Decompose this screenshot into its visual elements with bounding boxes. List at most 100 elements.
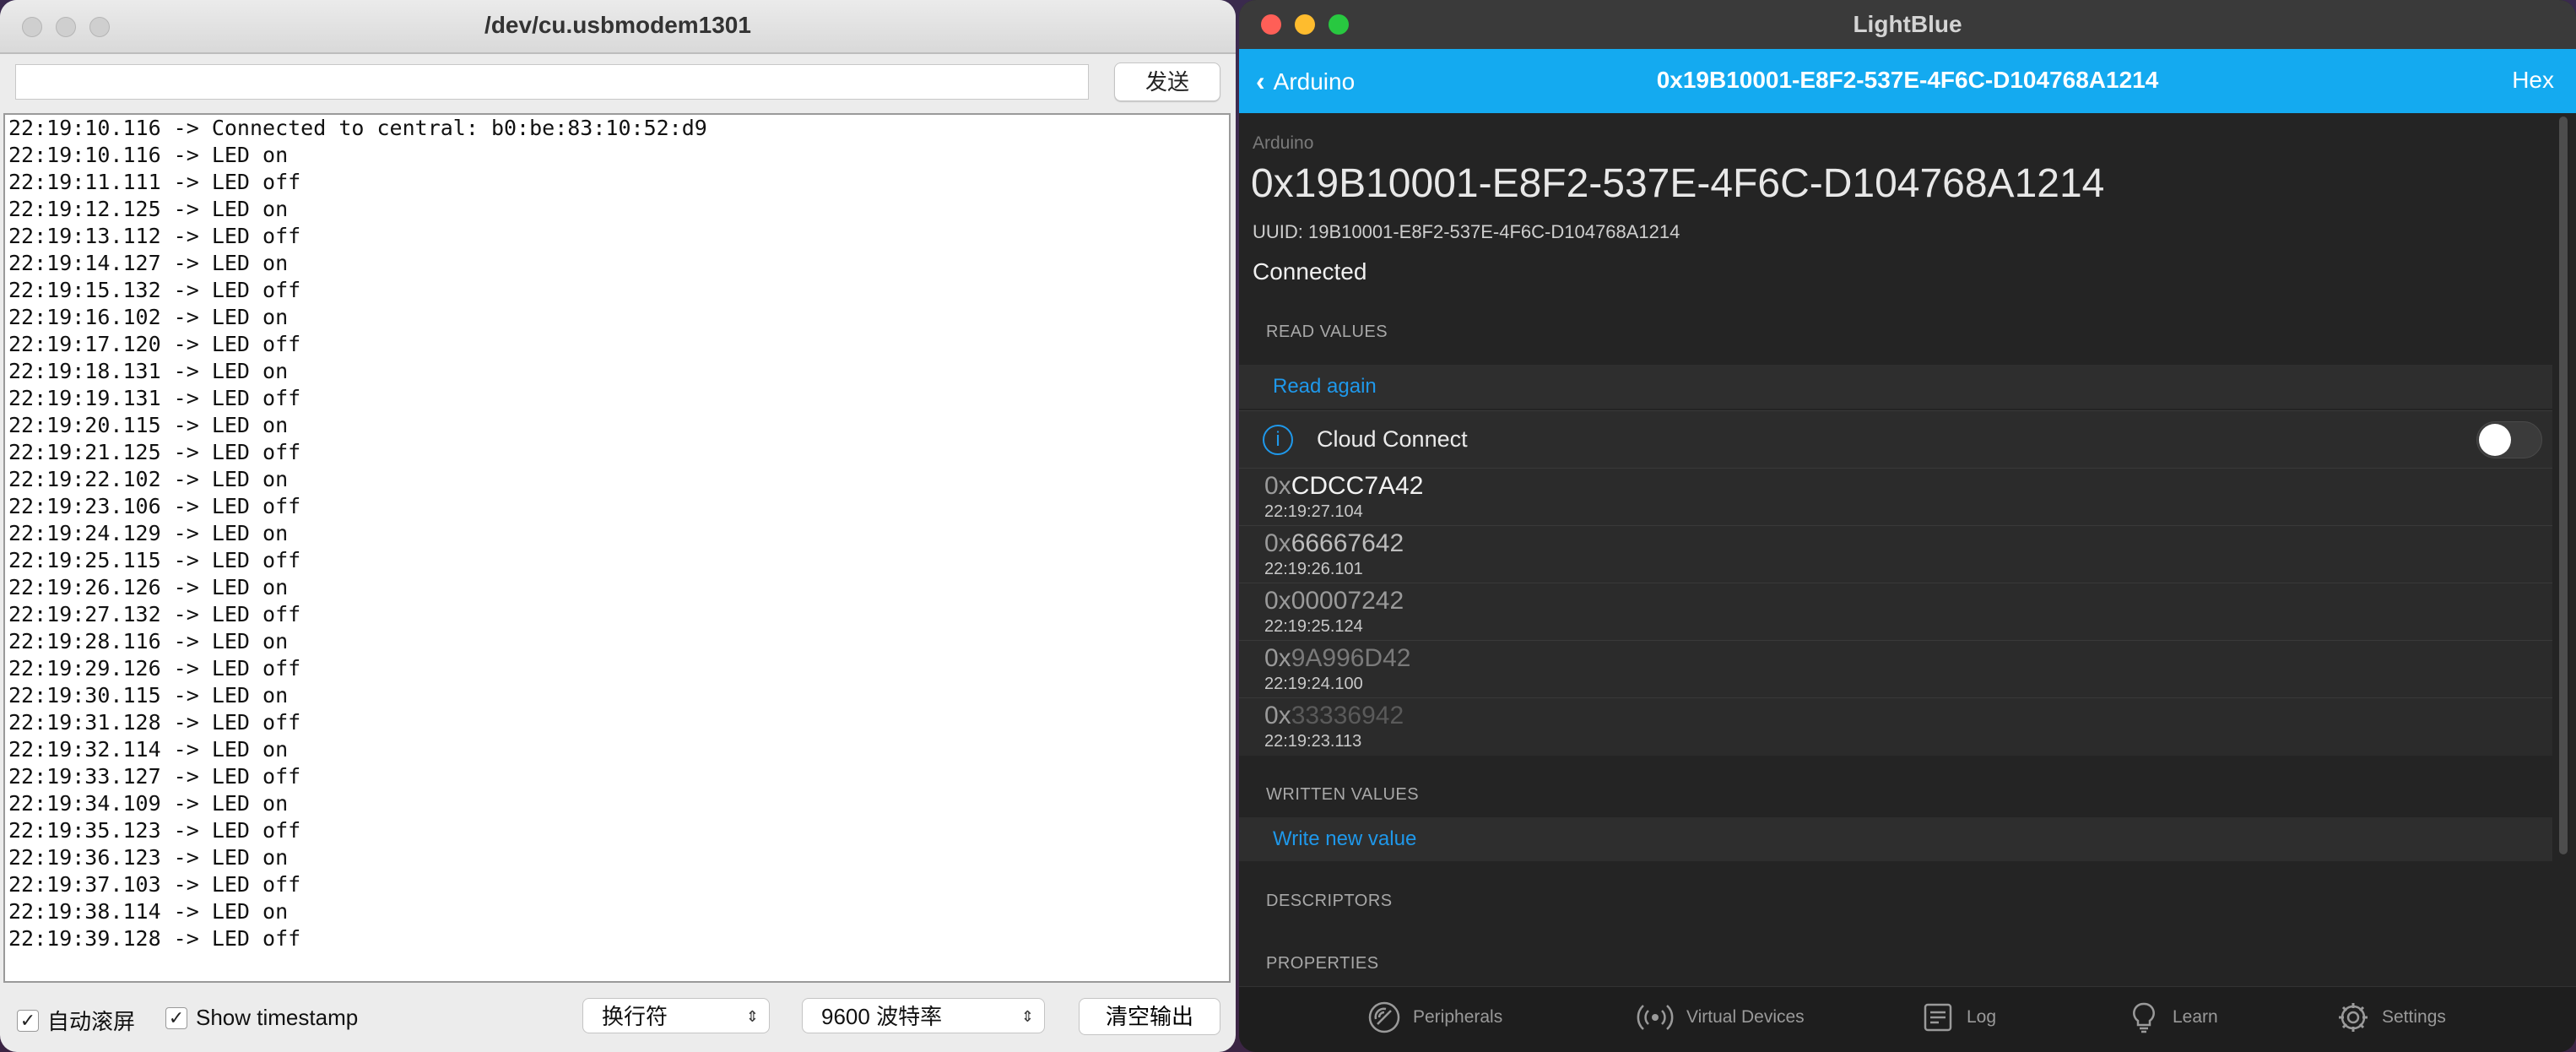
- hex-value: 66667642: [1291, 529, 1404, 557]
- read-value-timestamp: 22:19:26.101: [1264, 560, 1363, 578]
- tab-bar: Peripherals Virtual Devices Log Learn Se…: [1239, 986, 2576, 1052]
- tab-peripherals-label: Peripherals: [1413, 1007, 1503, 1027]
- log-line: 22:19:14.127 -> LED on: [8, 251, 289, 275]
- log-line: 22:19:10.116 -> Connected to central: b0…: [8, 116, 707, 140]
- lightblue-window: LightBlue ‹ Arduino 0x19B10001-E8F2-537E…: [1239, 0, 2576, 1052]
- nav-bar: ‹ Arduino 0x19B10001-E8F2-537E-4F6C-D104…: [1239, 49, 2576, 113]
- hex-prefix: 0x: [1264, 702, 1291, 729]
- read-value-row[interactable]: 0x66667642 22:19:26.101: [1239, 525, 2552, 583]
- virtual-devices-icon: [1636, 1000, 1675, 1034]
- read-again-link[interactable]: Read again: [1273, 375, 1377, 399]
- write-new-value-row[interactable]: Write new value: [1239, 817, 2552, 861]
- tab-virtual-devices-label: Virtual Devices: [1686, 1007, 1805, 1027]
- read-value-hex: 0x33336942: [1264, 702, 1404, 730]
- read-value-timestamp: 22:19:23.113: [1264, 732, 1362, 751]
- read-value-timestamp: 22:19:24.100: [1264, 675, 1363, 693]
- send-row: 发送: [0, 54, 1236, 113]
- serial-monitor-window: /dev/cu.usbmodem1301 发送 22:19:10.116 -> …: [0, 0, 1236, 1052]
- log-line: 22:19:22.102 -> LED on: [8, 467, 289, 491]
- write-new-value-link[interactable]: Write new value: [1273, 827, 1416, 851]
- peripherals-icon: [1367, 1000, 1401, 1034]
- log-line: 22:19:17.120 -> LED off: [8, 332, 301, 356]
- serial-output[interactable]: 22:19:10.116 -> Connected to central: b0…: [3, 113, 1231, 983]
- hex-prefix: 0x: [1264, 529, 1291, 557]
- log-line: 22:19:39.128 -> LED off: [8, 926, 301, 951]
- log-line: 22:19:35.123 -> LED off: [8, 818, 301, 843]
- read-value-row[interactable]: 0x00007242 22:19:25.124: [1239, 583, 2552, 641]
- hex-format-button[interactable]: Hex: [2512, 67, 2554, 94]
- log-line: 22:19:13.112 -> LED off: [8, 224, 301, 248]
- log-line: 22:19:27.132 -> LED off: [8, 602, 301, 626]
- log-line: 22:19:18.131 -> LED on: [8, 359, 289, 383]
- autoscroll-check-icon: ✓: [17, 1009, 39, 1032]
- log-line: 22:19:36.123 -> LED on: [8, 845, 289, 870]
- scrollbar[interactable]: [2559, 117, 2568, 854]
- serial-titlebar: /dev/cu.usbmodem1301: [0, 0, 1236, 54]
- descriptors-header: DESCRIPTORS: [1266, 892, 1393, 910]
- send-input[interactable]: [15, 64, 1089, 100]
- log-line: 22:19:21.125 -> LED off: [8, 440, 301, 464]
- hex-prefix: 0x: [1264, 587, 1291, 615]
- log-line: 22:19:37.103 -> LED off: [8, 872, 301, 897]
- log-line: 22:19:12.125 -> LED on: [8, 197, 289, 221]
- read-value-hex: 0x9A996D42: [1264, 644, 1410, 673]
- autoscroll-checkbox[interactable]: ✓ 自动滚屏: [17, 1005, 135, 1036]
- timestamp-label: Show timestamp: [196, 1005, 359, 1030]
- log-line: 22:19:34.109 -> LED on: [8, 791, 289, 816]
- log-line: 22:19:15.132 -> LED off: [8, 278, 301, 302]
- log-line: 22:19:11.111 -> LED off: [8, 170, 301, 194]
- log-line: 22:19:33.127 -> LED off: [8, 764, 301, 789]
- info-icon[interactable]: i: [1263, 425, 1293, 455]
- read-value-hex: 0x66667642: [1264, 529, 1404, 558]
- toggle-knob: [2479, 424, 2511, 456]
- tab-log-label: Log: [1967, 1007, 1997, 1027]
- tab-log[interactable]: Log: [1921, 1000, 1996, 1034]
- log-line: 22:19:32.114 -> LED on: [8, 737, 289, 762]
- clear-output-button[interactable]: 清空输出: [1079, 998, 1220, 1035]
- baud-value: 9600 波特率: [821, 1004, 943, 1029]
- read-value-row[interactable]: 0xCDCC7A42 22:19:27.104: [1239, 468, 2552, 526]
- hex-value: 9A996D42: [1291, 644, 1411, 672]
- cloud-connect-row: i Cloud Connect: [1239, 410, 2552, 469]
- read-value-timestamp: 22:19:25.124: [1264, 617, 1363, 636]
- lightblue-titlebar: LightBlue: [1239, 0, 2576, 49]
- hex-value: 33336942: [1291, 702, 1404, 729]
- log-line: 22:19:24.129 -> LED on: [8, 521, 289, 545]
- nav-title: 0x19B10001-E8F2-537E-4F6C-D104768A1214: [1656, 67, 2159, 93]
- tab-virtual-devices[interactable]: Virtual Devices: [1636, 1000, 1805, 1034]
- tab-learn[interactable]: Learn: [2127, 1000, 2218, 1034]
- line-ending-value: 换行符: [602, 1004, 668, 1029]
- service-label: Arduino: [1253, 133, 1314, 153]
- log-line: 22:19:19.131 -> LED off: [8, 386, 301, 410]
- timestamp-check-icon: ✓: [165, 1006, 187, 1029]
- log-line: 22:19:26.126 -> LED on: [8, 575, 289, 599]
- log-line: 22:19:38.114 -> LED on: [8, 899, 289, 924]
- updown-caret-icon: ⇕: [745, 1008, 759, 1025]
- timestamp-checkbox[interactable]: ✓ Show timestamp: [165, 1005, 358, 1031]
- log-line: 22:19:30.115 -> LED on: [8, 683, 289, 708]
- hex-prefix: 0x: [1264, 644, 1291, 672]
- written-values-header: WRITTEN VALUES: [1266, 785, 1420, 804]
- read-value-hex: 0xCDCC7A42: [1264, 472, 1423, 501]
- cloud-connect-label: Cloud Connect: [1317, 426, 1468, 452]
- read-again-row[interactable]: Read again: [1239, 365, 2552, 409]
- log-line: 22:19:28.116 -> LED on: [8, 629, 289, 653]
- baud-select[interactable]: 9600 波特率 ⇕: [802, 998, 1045, 1033]
- log-line: 22:19:29.126 -> LED off: [8, 656, 301, 681]
- line-ending-select[interactable]: 换行符 ⇕: [582, 998, 770, 1033]
- tab-settings[interactable]: Settings: [2336, 1000, 2446, 1034]
- serial-bottom-bar: ✓ 自动滚屏 ✓ Show timestamp 换行符 ⇕ 9600 波特率 ⇕…: [0, 990, 1236, 1052]
- log-line: 22:19:10.116 -> LED on: [8, 143, 289, 167]
- log-line: 22:19:20.115 -> LED on: [8, 413, 289, 437]
- read-value-row[interactable]: 0x9A996D42 22:19:24.100: [1239, 640, 2552, 698]
- send-button[interactable]: 发送: [1114, 62, 1220, 101]
- gear-icon: [2336, 1000, 2370, 1034]
- cloud-connect-toggle[interactable]: [2476, 421, 2542, 458]
- log-line: 22:19:31.128 -> LED off: [8, 710, 301, 735]
- tab-learn-label: Learn: [2173, 1007, 2218, 1027]
- hex-value: 00007242: [1291, 587, 1404, 615]
- read-value-timestamp: 22:19:27.104: [1264, 502, 1363, 521]
- read-value-row[interactable]: 0x33336942 22:19:23.113: [1239, 697, 2552, 756]
- tab-peripherals[interactable]: Peripherals: [1367, 1000, 1502, 1034]
- log-line: 22:19:23.106 -> LED off: [8, 494, 301, 518]
